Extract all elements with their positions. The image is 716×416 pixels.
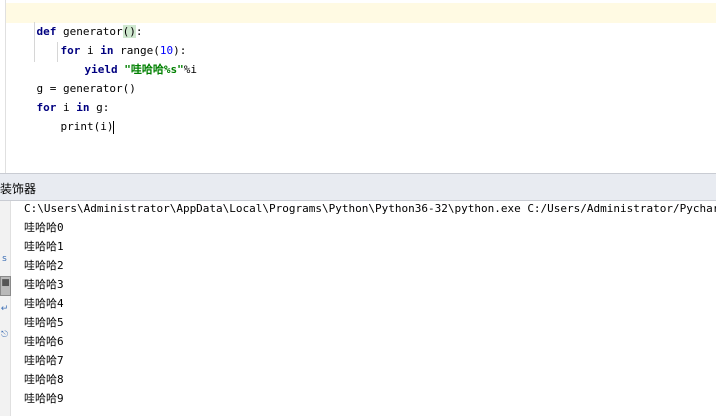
code-line-4[interactable]: g = generator() (10, 60, 136, 95)
console-line: 哇哈哈6 (24, 335, 64, 348)
text-caret (113, 120, 115, 134)
code-line-3[interactable]: yield "哇哈哈%s"%i (58, 41, 198, 76)
code-line-2[interactable]: for i in range(10): (34, 22, 187, 57)
soft-wrap-icon[interactable]: ↵ (0, 303, 9, 315)
console-line: 哇哈哈2 (24, 259, 64, 272)
console-line: 哇哈哈8 (24, 373, 64, 386)
code-line-1[interactable]: def generator(): (10, 3, 142, 38)
stop-icon[interactable]: ■ (0, 276, 11, 296)
rerun-icon[interactable]: s (0, 253, 9, 265)
console-line: 哇哈哈4 (24, 297, 64, 310)
run-toolbar: s ■ ↵ ⎋ (0, 201, 11, 416)
code-line-5[interactable]: for i in g: (10, 79, 110, 114)
console-output[interactable]: C:\Users\Administrator\AppData\Local\Pro… (24, 199, 716, 408)
code-editor[interactable]: def generator(): for i in range(10): yie… (0, 0, 716, 173)
console-line: 哇哈哈0 (24, 221, 64, 234)
print-call: print(i) (60, 120, 114, 133)
run-config-title: 装饰器 (0, 182, 37, 196)
console-command-line: C:\Users\Administrator\AppData\Local\Pro… (24, 202, 716, 215)
gutter-divider (5, 0, 6, 173)
console-line: 哇哈哈7 (24, 354, 64, 367)
run-panel-header[interactable]: 装饰器 (0, 173, 716, 201)
console-line: 哇哈哈1 (24, 240, 64, 253)
scroll-end-icon[interactable]: ⎋ (0, 329, 9, 341)
console-line: 哇哈哈3 (24, 278, 64, 291)
code-line-6[interactable]: print(i) (34, 98, 115, 134)
console-line: 哇哈哈5 (24, 316, 64, 329)
console-line: 哇哈哈9 (24, 392, 64, 405)
format-expr: %i (183, 63, 197, 76)
